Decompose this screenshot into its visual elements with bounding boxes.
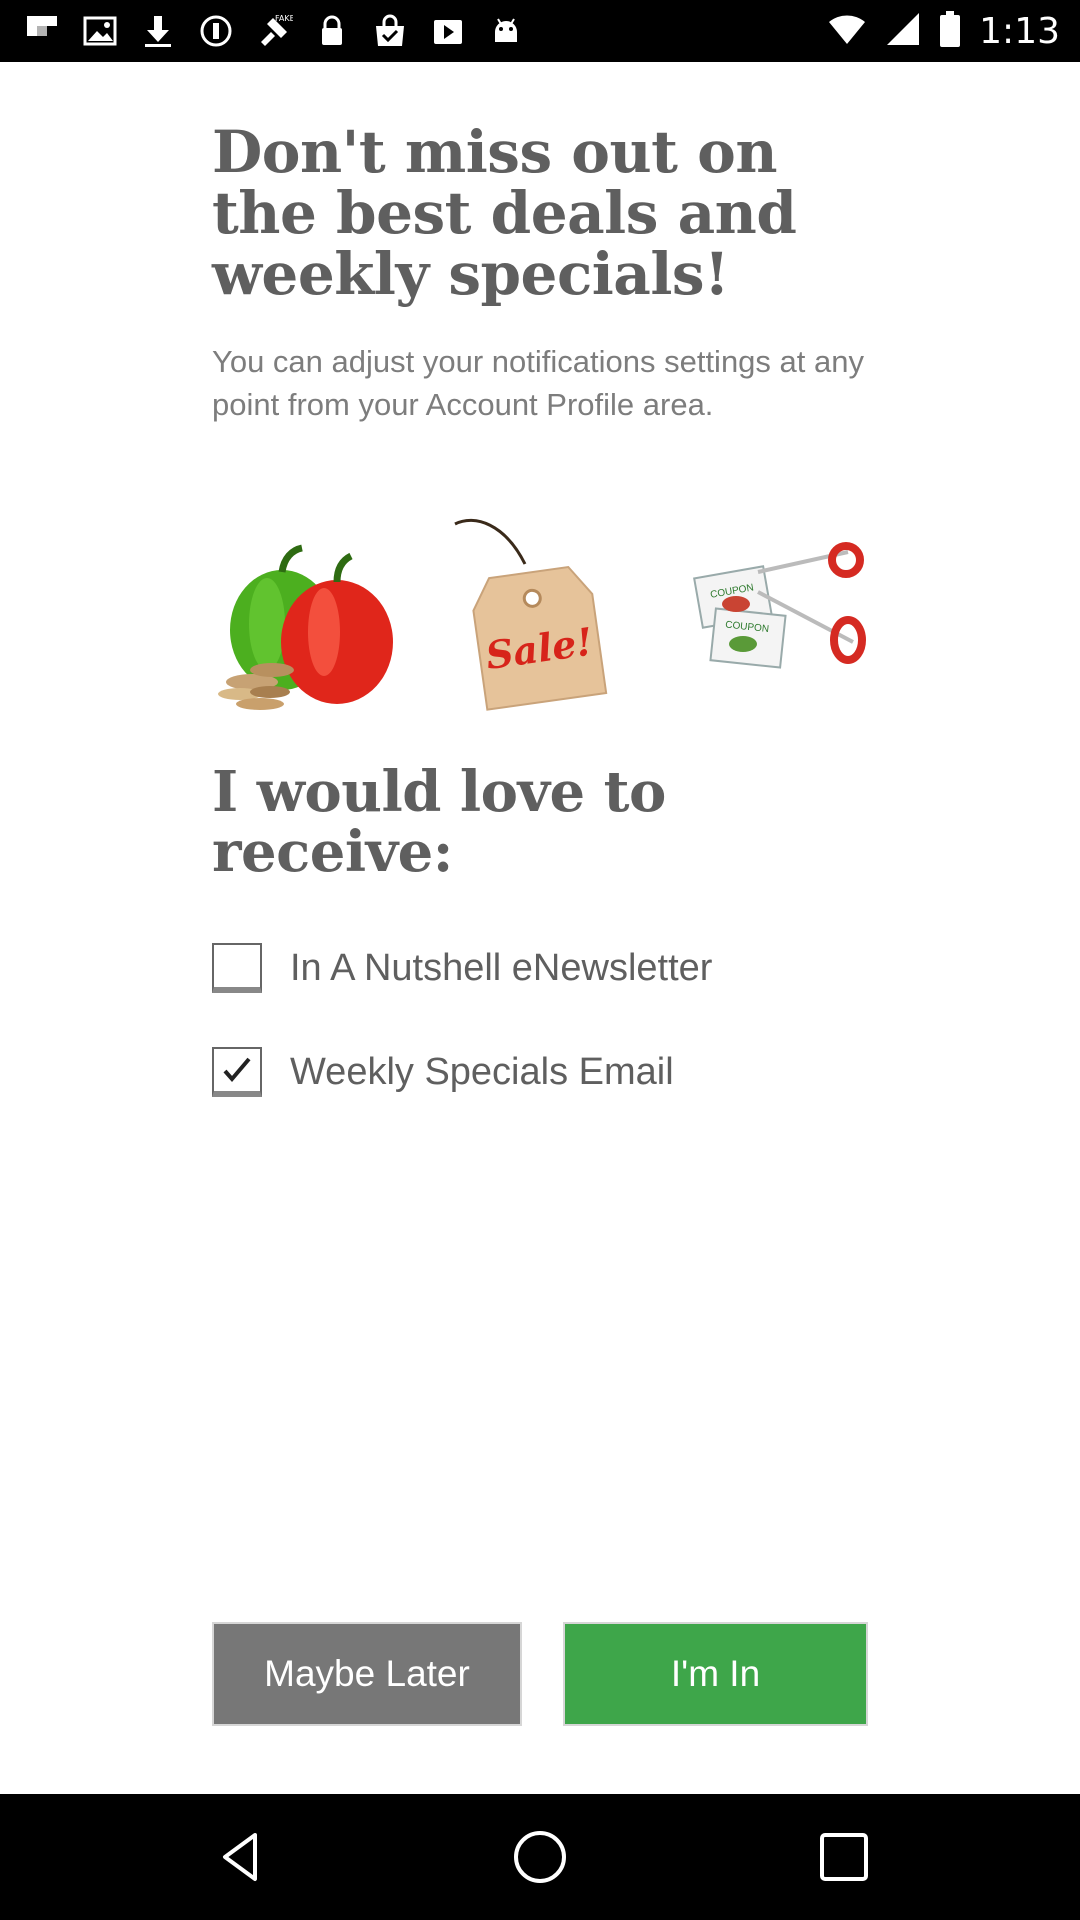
clock: 1:13: [979, 10, 1060, 52]
wifi-icon: [827, 12, 867, 51]
weekly-specials-checkbox[interactable]: [212, 1047, 262, 1097]
fake-gps-icon: FAKE: [254, 11, 294, 51]
option-newsletter[interactable]: In A Nutshell eNewsletter: [212, 942, 712, 994]
option-weekly-specials[interactable]: Weekly Specials Email: [212, 1046, 674, 1098]
im-in-button[interactable]: I'm In: [563, 1622, 868, 1726]
home-icon[interactable]: [510, 1827, 570, 1887]
sale-tag-image: Sale!: [454, 518, 608, 711]
image-icon: [80, 11, 120, 51]
checkmark-icon: [223, 1057, 251, 1083]
newsletter-label: In A Nutshell eNewsletter: [290, 946, 713, 989]
coupon-scissors-image: COUPON COUPON: [693, 542, 866, 669]
description-text: You can adjust your notifications settin…: [212, 344, 864, 422]
maybe-later-button[interactable]: Maybe Later: [212, 1622, 522, 1726]
blocked-icon: [196, 11, 236, 51]
signal-icon: [885, 11, 921, 52]
section-title: I would love to receive:: [212, 759, 666, 885]
promo-images: Sale! COUPON COUPON: [212, 512, 868, 762]
flipboard-icon: [22, 11, 62, 51]
recents-icon[interactable]: [814, 1827, 874, 1887]
status-right: 1:13: [827, 10, 1060, 52]
notification-icons: FAKE: [22, 10, 526, 52]
lock-icon: [312, 11, 352, 51]
download-icon: [138, 11, 178, 51]
battery-icon: [939, 10, 961, 53]
bag-check-icon: [370, 11, 410, 51]
opt-in-screen: Don't miss out on the best deals and wee…: [0, 62, 1080, 1794]
svg-text:FAKE: FAKE: [275, 14, 293, 23]
play-store-icon: [428, 11, 468, 51]
status-bar: FAKE 1:13: [0, 0, 1080, 62]
newsletter-checkbox[interactable]: [212, 943, 262, 993]
android-icon: [486, 11, 526, 51]
back-icon[interactable]: [210, 1827, 270, 1887]
page-title: Don't miss out on the best deals and wee…: [212, 118, 797, 308]
navigation-bar: [0, 1794, 1080, 1920]
weekly-specials-label: Weekly Specials Email: [290, 1050, 674, 1093]
peppers-coins-image: [218, 544, 393, 710]
